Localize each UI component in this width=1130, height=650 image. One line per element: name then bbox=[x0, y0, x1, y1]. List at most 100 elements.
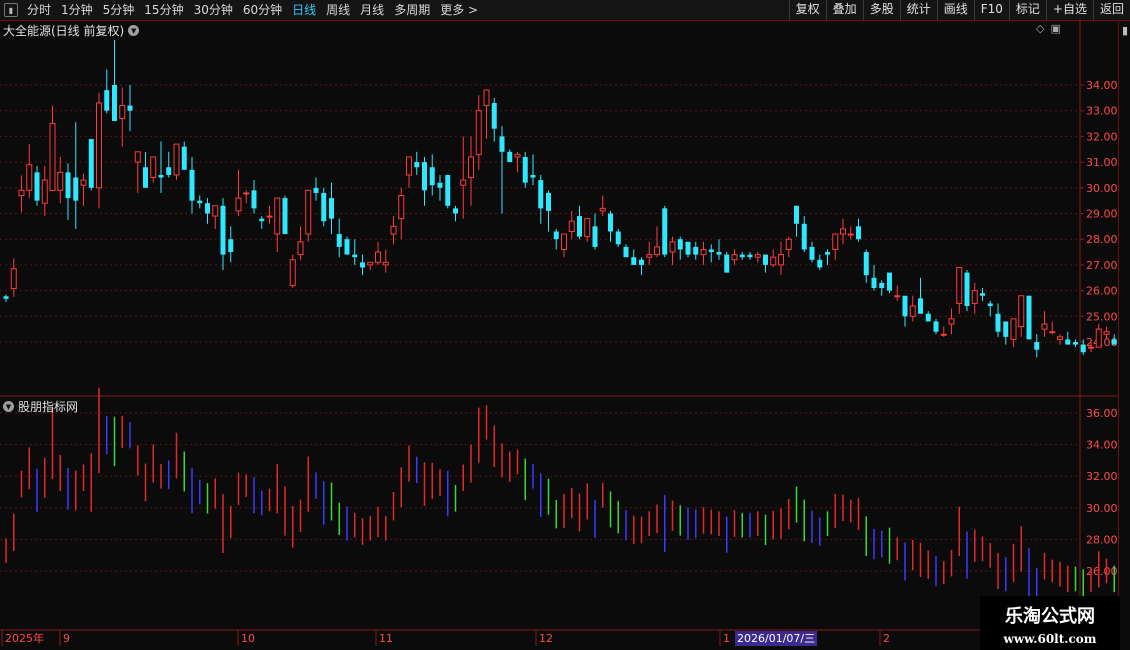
date-label: 2025年 bbox=[5, 631, 44, 645]
window-icon[interactable]: ▣ bbox=[1050, 22, 1060, 35]
candle-body bbox=[561, 233, 567, 250]
candle-body bbox=[453, 208, 458, 214]
candle-body bbox=[3, 296, 9, 299]
candle-body bbox=[1111, 339, 1117, 345]
candle-body bbox=[677, 239, 683, 250]
candle-body bbox=[716, 252, 722, 255]
kline-chart[interactable]: 34.00 33.00 32.00 31.00 30.00 29.00 28.00 27.00… bbox=[0, 0, 1118, 650]
candle-body bbox=[840, 228, 846, 235]
candle-body bbox=[212, 205, 219, 217]
indicator-tick-label: 36.00 bbox=[1086, 407, 1118, 420]
date-label: 2 bbox=[883, 632, 890, 645]
price-tick-label: 31.00 bbox=[1086, 156, 1118, 169]
info-sidebar[interactable]: ▮ bbox=[1118, 22, 1130, 627]
candle-body bbox=[1003, 321, 1009, 337]
candle-body bbox=[669, 241, 676, 253]
date-label: 1 bbox=[723, 632, 730, 645]
candle-body bbox=[422, 162, 427, 191]
candle-body bbox=[646, 254, 653, 258]
watermark-title: 乐淘公式网 bbox=[1005, 606, 1095, 627]
sidebar-glyph: ▮ bbox=[1121, 24, 1129, 37]
candle-body bbox=[282, 198, 288, 235]
price-tick-label: 34.00 bbox=[1086, 79, 1118, 92]
watermark-logo: 乐淘公式网 www.60lt.com bbox=[980, 596, 1120, 650]
price-tick-label: 30.00 bbox=[1086, 182, 1118, 195]
candle-body bbox=[538, 180, 544, 209]
chevron-down-icon[interactable]: ▼ bbox=[128, 25, 140, 36]
watermark-url: www.60lt.com bbox=[1003, 632, 1097, 646]
candle-body bbox=[615, 231, 621, 245]
date-label: 11 bbox=[379, 632, 393, 645]
candle-body bbox=[88, 138, 94, 188]
candle-body bbox=[259, 218, 265, 222]
candle-body bbox=[731, 254, 738, 261]
candle-body bbox=[856, 226, 861, 240]
price-tick-label: 26.00 bbox=[1086, 285, 1118, 298]
diamond-icon[interactable]: ◇ bbox=[1036, 22, 1044, 35]
candle-body bbox=[522, 156, 528, 183]
candle-body bbox=[344, 239, 350, 255]
candle-body bbox=[971, 290, 978, 304]
candle-body bbox=[553, 231, 559, 240]
candle-body bbox=[1103, 331, 1110, 335]
date-label: 9 bbox=[63, 632, 70, 645]
candle-body bbox=[546, 192, 551, 211]
candle-body bbox=[220, 205, 226, 255]
candle-body bbox=[390, 225, 397, 235]
candle-body bbox=[964, 272, 970, 307]
candle-body bbox=[514, 153, 521, 158]
candle-body bbox=[1065, 339, 1071, 345]
candle-body bbox=[329, 198, 334, 219]
candle-body bbox=[73, 177, 79, 201]
candle-body bbox=[894, 295, 901, 298]
candle-body bbox=[662, 208, 668, 255]
candle-body bbox=[1010, 318, 1017, 340]
candle-body bbox=[251, 190, 257, 209]
price-tick-label: 27.00 bbox=[1086, 259, 1118, 272]
candle-body bbox=[577, 216, 582, 237]
candle-body bbox=[10, 268, 17, 290]
candle-body bbox=[166, 167, 172, 175]
pane-corner-icons: ◇ ▣ bbox=[1036, 22, 1061, 35]
candle-body bbox=[909, 305, 916, 317]
candle-body bbox=[41, 179, 48, 204]
candle-body bbox=[460, 179, 467, 186]
candle-body bbox=[112, 85, 117, 121]
candle-body bbox=[1026, 295, 1032, 340]
candle-body bbox=[1034, 342, 1040, 350]
date-label: 12 bbox=[539, 632, 553, 645]
candle-body bbox=[724, 254, 730, 273]
candle-body bbox=[948, 318, 955, 325]
candle-body bbox=[150, 156, 157, 179]
candle-body bbox=[623, 246, 629, 258]
chevron-down-icon[interactable]: ▼ bbox=[3, 401, 14, 412]
candle-body bbox=[918, 298, 923, 314]
price-tick-label: 29.00 bbox=[1086, 208, 1118, 221]
date-label: 10 bbox=[241, 632, 255, 645]
candle-body bbox=[297, 241, 304, 256]
candle-body bbox=[794, 205, 799, 224]
candle-body bbox=[1041, 323, 1048, 330]
candle-body bbox=[747, 254, 753, 258]
candle-body bbox=[367, 261, 374, 266]
candle-body bbox=[18, 189, 25, 197]
candle-body bbox=[708, 249, 714, 253]
candle-body bbox=[26, 164, 33, 191]
indicator-tick-label: 30.00 bbox=[1086, 502, 1118, 515]
candle-body bbox=[445, 174, 451, 206]
candle-body bbox=[104, 90, 110, 111]
candle-body bbox=[352, 254, 358, 258]
candle-body bbox=[902, 295, 908, 317]
candle-body bbox=[995, 313, 1001, 332]
candle-body bbox=[1095, 328, 1102, 348]
candle-body bbox=[1049, 331, 1056, 334]
candle-body bbox=[933, 321, 939, 332]
candle-body bbox=[499, 136, 505, 152]
candle-body bbox=[475, 110, 482, 155]
candle-body bbox=[825, 252, 830, 255]
candle-body bbox=[134, 151, 141, 163]
candle-body bbox=[980, 293, 985, 296]
candle-body bbox=[491, 102, 497, 129]
candle-body bbox=[770, 256, 777, 266]
candle-body bbox=[879, 282, 885, 289]
